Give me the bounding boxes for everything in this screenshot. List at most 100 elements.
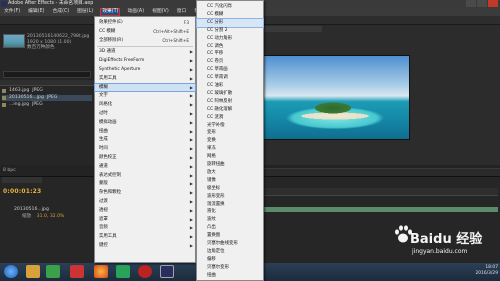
viewer-tab[interactable] bbox=[262, 26, 322, 32]
menu-view[interactable]: 视图(V) bbox=[151, 8, 170, 16]
menu-item[interactable]: 蒙版 ▶ bbox=[95, 180, 195, 187]
menu-item[interactable]: 通道 ▶ bbox=[95, 163, 195, 170]
submenu-item[interactable]: 扭曲 bbox=[197, 272, 263, 280]
menu-item[interactable]: 模糊 ▶ bbox=[94, 82, 196, 93]
clock-date: 2016/3/29 bbox=[475, 271, 498, 276]
submenu-arrow-icon: ▶ bbox=[189, 243, 193, 248]
menu-item-label: 过时 bbox=[99, 111, 108, 116]
watermark-brand: Baidu 经验 bbox=[410, 232, 483, 247]
menu-item[interactable]: 效果控件(E) F3 bbox=[95, 19, 195, 26]
project-search-input[interactable] bbox=[3, 71, 91, 78]
menu-item-label: 遮罩 bbox=[99, 216, 108, 222]
menu-item[interactable]: 杂色和颗粒 ▶ bbox=[95, 189, 195, 196]
menu-item[interactable]: DigiEffects FreeForm ▶ bbox=[95, 57, 195, 64]
effect-menu: 效果控件(E) F3 CC 模糊 Ctrl+Alt+Shift+E 全部移除(R) Ctr… bbox=[94, 16, 196, 263]
menu-item-label: 透视 bbox=[99, 207, 108, 213]
menu-item[interactable]: 文字 ▶ bbox=[95, 92, 195, 99]
menu-item[interactable]: 扭曲 ▶ bbox=[95, 128, 195, 135]
menu-item[interactable]: CC 模糊 Ctrl+Alt+Shift+E bbox=[95, 28, 195, 35]
after-effects-icon[interactable] bbox=[160, 265, 174, 278]
menu-item[interactable]: 表达式控制 ▶ bbox=[95, 172, 195, 179]
menu-effect[interactable]: 效果(T) bbox=[100, 8, 121, 16]
list-item[interactable]: 20130516...jpg JPEG bbox=[2, 95, 92, 101]
menu-item-label: 时间 bbox=[99, 146, 108, 152]
menu-item-label: 风格化 bbox=[99, 102, 113, 108]
menu-item[interactable]: 颜色校正 ▶ bbox=[95, 154, 195, 161]
menu-item[interactable]: 音频 ▶ bbox=[95, 224, 195, 231]
menu-item[interactable]: 时间 ▶ bbox=[95, 145, 195, 152]
bit-depth[interactable]: 8 bpc bbox=[3, 168, 16, 173]
app-green-icon[interactable] bbox=[46, 265, 60, 278]
menu-item-label: 实用工具 bbox=[99, 234, 117, 240]
menu-item-label: 音频 bbox=[99, 225, 108, 231]
menu-item[interactable]: 实用工具 ▶ bbox=[95, 233, 195, 240]
submenu-arrow-icon: ▶ bbox=[189, 225, 193, 231]
menu-item[interactable]: 风格化 ▶ bbox=[95, 101, 195, 108]
menu-item[interactable]: 全部移除(R) Ctrl+Shift+E bbox=[95, 37, 195, 44]
list-item[interactable]: 1463.jpg JPEG bbox=[2, 88, 92, 94]
submenu-arrow-icon: ▶ bbox=[189, 137, 193, 143]
submenu-arrow-icon: ▶ bbox=[189, 58, 193, 64]
submenu-arrow-icon: ▶ bbox=[189, 67, 193, 72]
submenu-arrow-icon: ▶ bbox=[189, 181, 193, 187]
system-tray: 18:07 2016/3/29 bbox=[475, 265, 498, 277]
menu-file[interactable]: 文件(F) bbox=[3, 8, 21, 16]
layer-duration-bar[interactable] bbox=[262, 207, 498, 212]
window-controls bbox=[466, 0, 498, 8]
menu-item[interactable]: 实用工具 ▶ bbox=[95, 75, 195, 82]
distort-submenu: CC 汽化闪烁 CC 模糊 CC 分形 CC 分割 2 CC 动力角形 CC 调色 CC 平… bbox=[196, 0, 264, 281]
menu-item[interactable]: 过时 ▶ bbox=[95, 110, 195, 117]
menu-separator bbox=[97, 46, 193, 48]
menu-composition[interactable]: 合成(C) bbox=[51, 8, 70, 16]
player-icon[interactable] bbox=[116, 265, 130, 278]
minimize-button[interactable] bbox=[466, 0, 476, 7]
menu-animation[interactable]: 动画(A) bbox=[126, 8, 145, 16]
menu-item-label: 效果控件(E) bbox=[99, 20, 123, 25]
composition-image[interactable] bbox=[262, 55, 410, 140]
menu-item[interactable]: Synthetic Aperture ▶ bbox=[95, 66, 195, 73]
maximize-button[interactable] bbox=[477, 0, 487, 7]
menu-item-shortcut: Ctrl+Shift+E bbox=[162, 37, 189, 43]
menu-item-label: Synthetic Aperture bbox=[99, 67, 141, 72]
layer-name: 20130516...jpg bbox=[14, 207, 49, 212]
start-button[interactable] bbox=[4, 265, 18, 278]
menu-item-label: 扭曲 bbox=[99, 128, 108, 134]
menu-item-label: DigiEffects FreeForm bbox=[99, 58, 145, 64]
menu-item-label: 模糊 bbox=[99, 84, 108, 90]
submenu-arrow-icon: ▶ bbox=[189, 119, 193, 125]
menu-edit[interactable]: 编辑(E) bbox=[27, 8, 45, 16]
timeline-tab[interactable] bbox=[2, 177, 42, 183]
time-ruler[interactable] bbox=[260, 188, 498, 196]
submenu-arrow-icon: ▶ bbox=[189, 199, 193, 204]
menu-item-shortcut: Ctrl+Alt+Shift+E bbox=[153, 28, 189, 34]
menu-item-shortcut: F3 bbox=[183, 20, 189, 25]
viewer-controls bbox=[262, 168, 500, 176]
menu-window[interactable]: 窗口 bbox=[176, 8, 188, 16]
image-file-icon bbox=[2, 89, 6, 93]
explorer-icon[interactable] bbox=[26, 265, 40, 278]
list-item[interactable]: ...ing.jpg JPEG bbox=[2, 102, 92, 108]
timecode[interactable]: 0:00:01:23 bbox=[3, 188, 41, 195]
menu-item-label: 蒙版 bbox=[99, 181, 108, 187]
menu-item-label: 通道 bbox=[99, 163, 108, 169]
submenu-arrow-icon: ▶ bbox=[189, 49, 193, 55]
submenu-arrow-icon: ▶ bbox=[189, 111, 193, 116]
menu-item[interactable]: 遮罩 ▶ bbox=[95, 216, 195, 223]
project-thumbnail bbox=[3, 34, 25, 48]
submenu-arrow-icon: ▶ bbox=[189, 155, 193, 160]
menu-item[interactable]: 过渡 ▶ bbox=[95, 198, 195, 205]
menu-item-label: 键控 bbox=[99, 243, 108, 248]
submenu-arrow-icon: ▶ bbox=[189, 207, 193, 213]
submenu-arrow-icon: ▶ bbox=[189, 128, 193, 134]
menu-item[interactable]: 生成 ▶ bbox=[95, 136, 195, 143]
firefox-icon[interactable] bbox=[94, 265, 108, 278]
menu-item[interactable]: 键控 ▶ bbox=[95, 242, 195, 249]
menu-item[interactable]: 透视 ▶ bbox=[95, 207, 195, 214]
record-icon[interactable] bbox=[138, 265, 152, 278]
app-red-icon[interactable] bbox=[70, 265, 84, 278]
menu-item[interactable]: 3D 通道 ▶ bbox=[95, 48, 195, 55]
menu-item[interactable]: 模拟动画 ▶ bbox=[95, 119, 195, 126]
info-colors: 数百万种颜色 bbox=[27, 45, 55, 50]
menu-layer[interactable]: 图层(L) bbox=[76, 8, 94, 16]
close-button[interactable] bbox=[488, 0, 498, 7]
